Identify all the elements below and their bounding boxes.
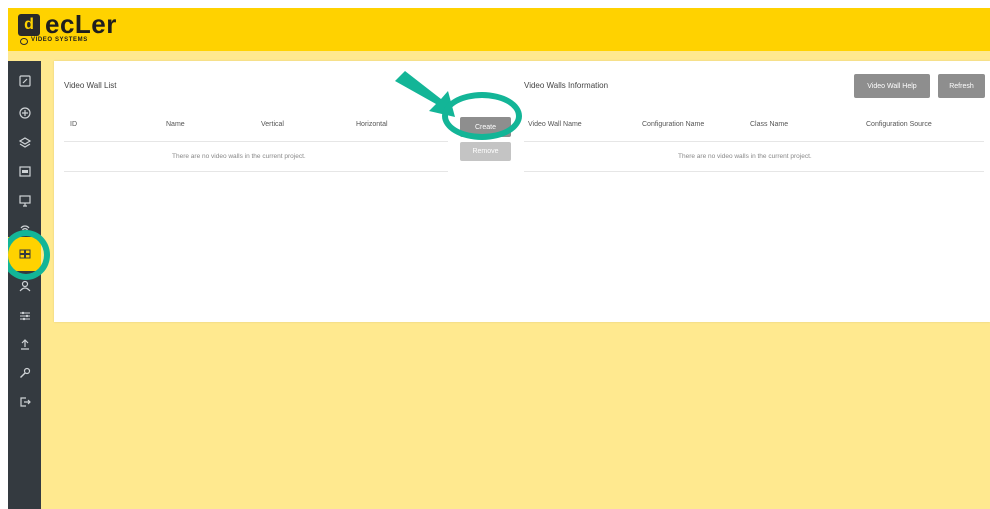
sidebar-item-monitor[interactable] xyxy=(8,189,41,213)
display-icon xyxy=(18,166,31,177)
col-id[interactable]: ID xyxy=(70,121,77,128)
divider xyxy=(64,141,448,142)
annotation-circle-create xyxy=(442,92,522,140)
video-wall-help-button[interactable]: Video Wall Help xyxy=(854,74,930,98)
app-window: d ecLer VIDEO SYSTEMS Video Wall List ID… xyxy=(8,8,990,509)
col-configuration-name[interactable]: Configuration Name xyxy=(642,121,704,128)
wrench-icon xyxy=(19,367,30,378)
col-name[interactable]: Name xyxy=(166,121,185,128)
divider xyxy=(524,141,984,142)
video-walls-info-title: Video Walls Information xyxy=(524,81,609,90)
sidebar-item-add[interactable] xyxy=(8,101,41,125)
col-video-wall-name[interactable]: Video Wall Name xyxy=(528,121,582,128)
ecler-logo-text: ecLer xyxy=(45,9,117,39)
top-bar: d ecLer VIDEO SYSTEMS xyxy=(8,8,990,51)
sidebar-item-display[interactable] xyxy=(8,160,41,184)
sidebar-item-tools[interactable] xyxy=(8,361,41,385)
layers-icon xyxy=(18,137,31,148)
sidebar-item-layers[interactable] xyxy=(8,131,41,155)
sidebar-item-dashboard[interactable] xyxy=(8,69,41,93)
dashboard-icon xyxy=(18,75,31,87)
logout-icon xyxy=(19,397,31,407)
eye-icon xyxy=(20,38,28,45)
ecler-logo-subtitle: VIDEO SYSTEMS xyxy=(31,37,88,43)
col-configuration-source[interactable]: Configuration Source xyxy=(866,121,932,128)
video-wall-list-title: Video Wall List xyxy=(64,81,117,90)
add-circle-icon xyxy=(18,107,31,119)
video-walls-info-empty: There are no video walls in the current … xyxy=(678,153,812,160)
video-wall-panel: Video Wall List ID Name Vertical Horizon… xyxy=(54,61,990,322)
col-vertical[interactable]: Vertical xyxy=(261,121,284,128)
sidebar-item-settings[interactable] xyxy=(8,304,41,328)
sliders-icon xyxy=(19,311,30,321)
user-icon xyxy=(19,280,30,292)
divider xyxy=(64,171,448,172)
ecler-logo-mark: d xyxy=(18,14,40,36)
refresh-button[interactable]: Refresh xyxy=(938,74,985,98)
col-horizontal[interactable]: Horizontal xyxy=(356,121,388,128)
annotation-circle-sidebar xyxy=(8,230,50,280)
monitor-icon xyxy=(18,195,31,207)
sidebar xyxy=(8,61,41,509)
video-wall-list-empty: There are no video walls in the current … xyxy=(172,153,306,160)
sidebar-item-upload[interactable] xyxy=(8,332,41,356)
divider xyxy=(524,171,984,172)
sidebar-item-logout[interactable] xyxy=(8,390,41,414)
upload-icon xyxy=(20,339,29,350)
col-class-name[interactable]: Class Name xyxy=(750,121,788,128)
remove-button[interactable]: Remove xyxy=(460,142,511,161)
